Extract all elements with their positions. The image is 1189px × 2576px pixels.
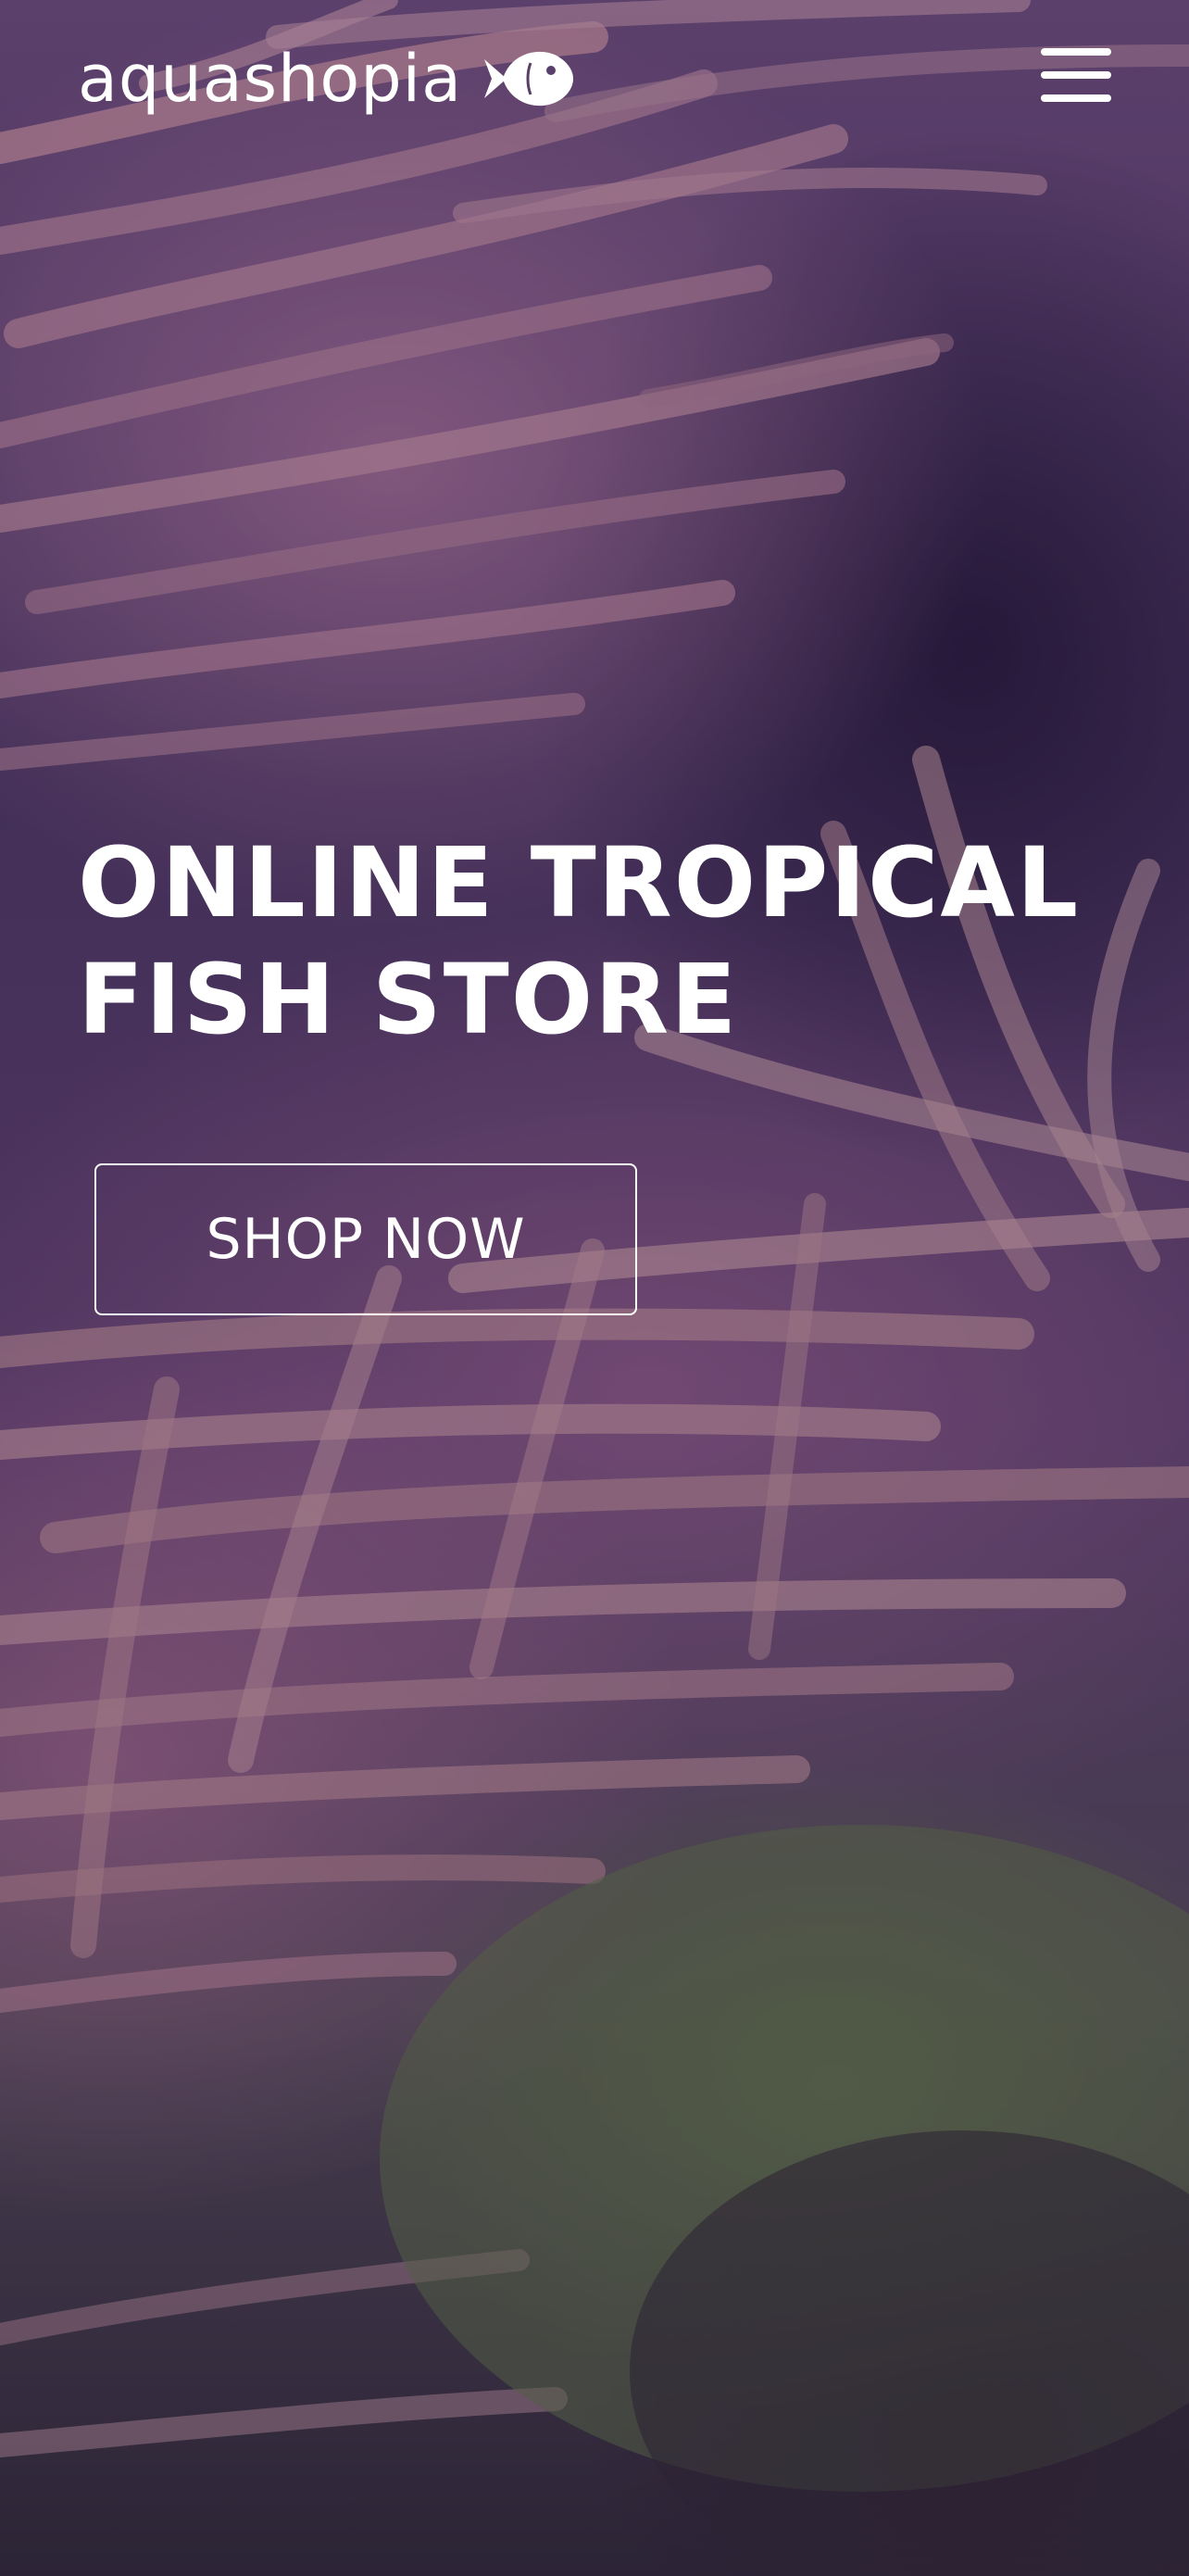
site-logo[interactable]: aquashopia xyxy=(78,37,574,120)
logo-text: aquashopia xyxy=(78,41,463,117)
fish-icon xyxy=(484,51,574,107)
hero-section: aquashopia ONLINE TROPICAL FISH STORE SH… xyxy=(0,0,1189,2576)
hero-title: ONLINE TROPICAL FISH STORE xyxy=(78,826,1081,1056)
menu-bar xyxy=(1041,71,1111,79)
menu-bar xyxy=(1041,48,1111,56)
site-header: aquashopia xyxy=(78,37,1111,120)
menu-bar xyxy=(1041,94,1111,102)
hamburger-menu-icon[interactable] xyxy=(1041,44,1111,106)
shop-now-button[interactable]: SHOP NOW xyxy=(94,1163,637,1315)
